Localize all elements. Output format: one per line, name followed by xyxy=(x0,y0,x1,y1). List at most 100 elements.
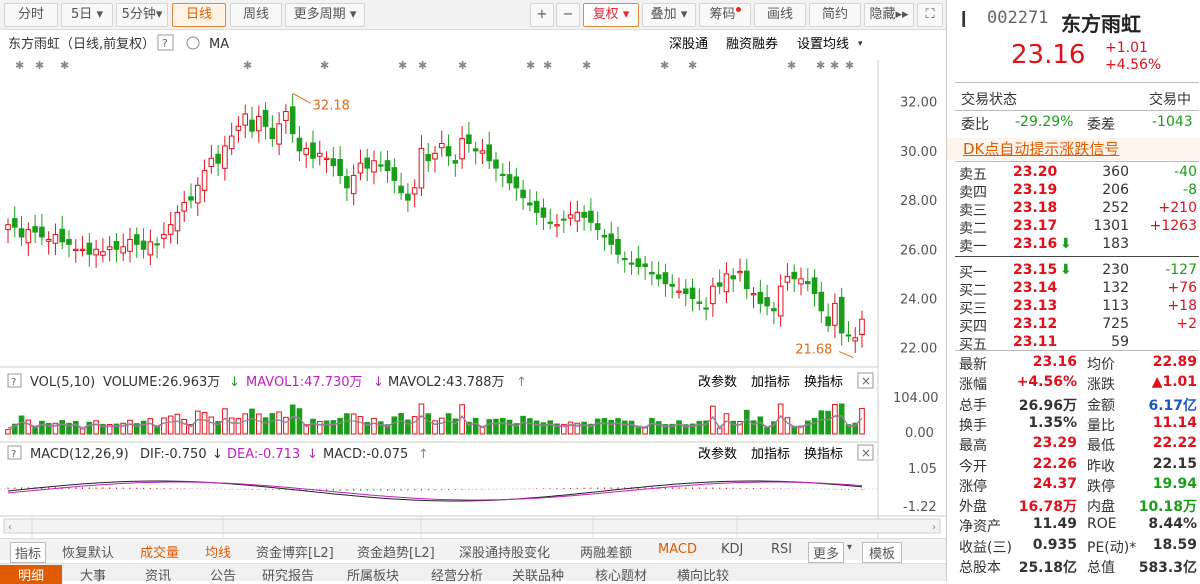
event-star-icon[interactable]: ✱ xyxy=(60,59,69,72)
sell-order-price: 23.18 xyxy=(1013,200,1058,216)
buy-order-price: 23.12 xyxy=(1013,316,1058,332)
tab-5day[interactable]: 5日 ▾ xyxy=(61,3,113,27)
zoom-out-button[interactable]: − xyxy=(556,3,580,27)
quote-panel: ❙ 002271 东方雨虹 23.16 +1.01 +4.56% 交易状态 交易… xyxy=(946,0,1200,581)
buy-order-row[interactable]: 买一 23.15 230 -127 ⬇ xyxy=(947,262,1200,281)
macd-switch-indicator[interactable]: 换指标 xyxy=(804,447,843,462)
candle xyxy=(432,152,438,160)
event-star-icon[interactable]: ✱ xyxy=(35,59,44,72)
tab-5min[interactable]: 5分钟▾ xyxy=(116,3,168,27)
sell-order-change: -8 xyxy=(1183,182,1197,198)
buy-order-price: 23.15 xyxy=(1013,262,1058,278)
candle xyxy=(113,240,120,250)
tab-weekly[interactable]: 周线 xyxy=(230,3,282,27)
event-star-icon[interactable]: ✱ xyxy=(320,59,329,72)
event-markers[interactable]: ✱ ✱ ✱ ✱ ✱ ✱ ✱ ✱ ✱ ✱ ✱ ✱ ✱ ✱ ✱ ✱ ✱ xyxy=(15,59,854,72)
buy-order-price: 23.14 xyxy=(1013,280,1058,296)
tab-related[interactable]: 关联品种 xyxy=(512,565,564,584)
fund-trend-tab[interactable]: 资金趋势[L2] xyxy=(357,542,435,561)
fund-game-tab[interactable]: 资金博弈[L2] xyxy=(256,542,334,561)
menu-icon[interactable]: ❙ xyxy=(957,8,970,27)
sell-order-row[interactable]: 卖五 23.20 360 -40 xyxy=(947,164,1200,183)
candle xyxy=(330,158,337,167)
candle xyxy=(120,246,127,254)
link-margin-trading[interactable]: 融资融券 xyxy=(726,36,778,52)
event-star-icon[interactable]: ✱ xyxy=(830,59,839,72)
hk-holding-tab[interactable]: 深股通持股变化 xyxy=(459,542,550,561)
kline-chart[interactable]: 东方雨虹（日线,前复权） ? MA 深股通 融资融券 设置均线 ▾ ✱ ✱ ✱ ✱ ✱ ✱… xyxy=(0,30,946,581)
event-star-icon[interactable]: ✱ xyxy=(15,59,24,72)
event-star-icon[interactable]: ✱ xyxy=(526,59,535,72)
candle xyxy=(222,145,228,169)
buy-order-row[interactable]: 买三 23.13 113 +18 xyxy=(947,298,1200,317)
rsi-indicator-tab[interactable]: RSI xyxy=(771,542,792,557)
tab-timeshare[interactable]: 分时 xyxy=(4,3,58,27)
indicator-button[interactable]: 指标 xyxy=(10,542,47,563)
draw-line-button[interactable]: 画线 xyxy=(754,3,806,27)
link-shenzhen-connect[interactable]: 深股通 xyxy=(669,37,708,52)
chart-scrollbar[interactable] xyxy=(3,518,941,534)
sell-order-row[interactable]: 卖四 23.19 206 -8 xyxy=(947,182,1200,201)
event-star-icon[interactable]: ✱ xyxy=(787,59,796,72)
sell-order-row[interactable]: 卖三 23.18 252 +210 xyxy=(947,200,1200,219)
macd-edit-params[interactable]: 改参数 xyxy=(698,446,737,462)
scroll-right-icon[interactable]: › xyxy=(932,522,936,533)
restore-default-button[interactable]: 恢复默认 xyxy=(62,542,114,561)
arrow-up-icon: ↑ xyxy=(418,447,429,462)
overlay-button[interactable]: 叠加 ▾ xyxy=(642,3,696,27)
tab-business[interactable]: 经营分析 xyxy=(431,565,483,584)
ma-indicator-tab[interactable]: 均线 xyxy=(205,542,231,561)
more-indicators-button[interactable]: 更多 xyxy=(808,542,845,563)
vol-add-indicator[interactable]: 加指标 xyxy=(751,375,790,390)
event-star-icon[interactable]: ✱ xyxy=(582,59,591,72)
tab-sectors[interactable]: 所属板块 xyxy=(347,565,399,584)
settings-gear-icon[interactable] xyxy=(186,36,200,50)
tab-events[interactable]: 大事 xyxy=(80,565,106,584)
macd-add-indicator[interactable]: 加指标 xyxy=(751,447,790,462)
volume-indicator-tab[interactable]: 成交量 xyxy=(140,542,179,561)
sell-order-row[interactable]: 卖二 23.17 1301 +1263 xyxy=(947,218,1200,237)
event-star-icon[interactable]: ✱ xyxy=(418,59,427,72)
adjust-button[interactable]: 复权 ▾ xyxy=(583,3,639,27)
buy-order-row[interactable]: 买二 23.14 132 +76 xyxy=(947,280,1200,299)
template-button[interactable]: 模板 xyxy=(862,542,903,563)
fullscreen-icon[interactable]: ⛶ xyxy=(917,3,943,27)
link-set-ma[interactable]: 设置均线 xyxy=(797,37,849,52)
tab-core-themes[interactable]: 核心题材 xyxy=(595,565,647,584)
event-star-icon[interactable]: ✱ xyxy=(543,59,552,72)
event-star-icon[interactable]: ✱ xyxy=(398,59,407,72)
event-star-icon[interactable]: ✱ xyxy=(660,59,669,72)
vol-edit-params[interactable]: 改参数 xyxy=(698,374,737,390)
event-star-icon[interactable]: ✱ xyxy=(845,59,854,72)
buy-order-row[interactable]: 买四 23.12 725 +2 xyxy=(947,316,1200,335)
tab-announcements[interactable]: 公告 xyxy=(210,565,236,584)
volume-bar xyxy=(615,418,621,435)
zoom-in-button[interactable]: + xyxy=(530,3,554,27)
event-star-icon[interactable]: ✱ xyxy=(458,59,467,72)
kdj-indicator-tab[interactable]: KDJ xyxy=(721,542,743,557)
chips-button[interactable]: 筹码 xyxy=(699,3,751,27)
tab-detail[interactable]: 明细 xyxy=(0,565,63,584)
volume-bar xyxy=(161,417,167,435)
simple-button[interactable]: 简约 xyxy=(809,3,861,27)
tab-comparison[interactable]: 横向比较 xyxy=(677,565,729,584)
scroll-left-icon[interactable]: ‹ xyxy=(8,522,12,533)
dk-signal-link[interactable]: DK点自动提示涨跌信号 xyxy=(963,138,1119,159)
tab-news[interactable]: 资讯 xyxy=(145,565,171,584)
event-star-icon[interactable]: ✱ xyxy=(243,59,252,72)
tab-daily[interactable]: 日线 xyxy=(172,3,226,27)
margin-diff-tab[interactable]: 两融差额 xyxy=(580,542,632,561)
tab-more-periods[interactable]: 更多周期 ▾ xyxy=(285,3,365,27)
sell-order-row[interactable]: 卖一 23.16 183 ⬇ xyxy=(947,236,1200,255)
candle xyxy=(310,142,316,159)
macd-indicator-tab[interactable]: MACD xyxy=(658,542,697,557)
vol-switch-indicator[interactable]: 换指标 xyxy=(804,375,843,390)
volume-bar xyxy=(323,420,330,435)
tab-research[interactable]: 研究报告 xyxy=(262,565,314,584)
hide-button[interactable]: 隐藏▸▸ xyxy=(864,3,914,27)
event-star-icon[interactable]: ✱ xyxy=(816,59,825,72)
event-star-icon[interactable]: ✱ xyxy=(688,59,697,72)
volume-bar xyxy=(533,420,540,435)
buy-order-label: 买四 xyxy=(959,319,987,335)
stat-label: 最低 xyxy=(1087,438,1115,455)
